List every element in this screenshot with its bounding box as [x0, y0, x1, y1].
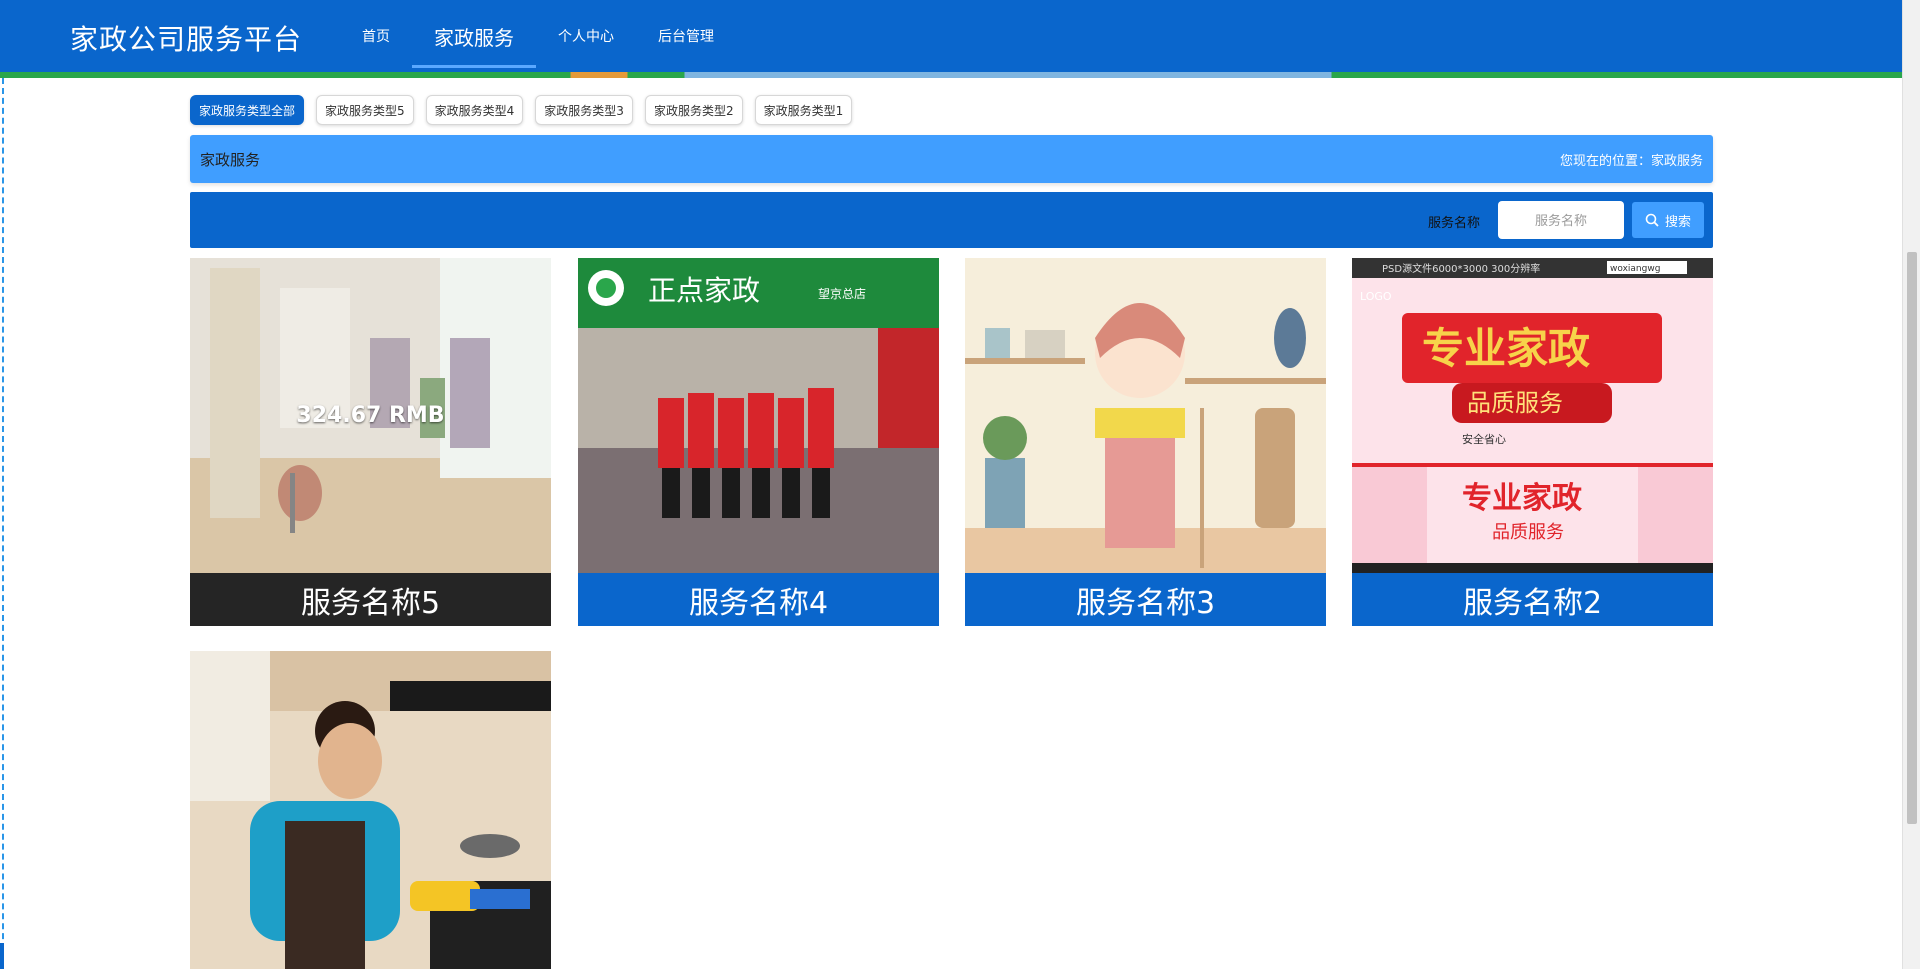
page-title: 家政服务	[200, 151, 261, 169]
service-image: 正点家政 望京总店	[578, 258, 939, 573]
poster-badges: 安全省心	[1462, 432, 1506, 446]
search-button[interactable]: 搜索	[1632, 202, 1704, 238]
left-dashed-guide	[2, 78, 4, 969]
service-card[interactable]: PSD源文件6000*3000 300分辨率 woxiangwg LOGO 专业…	[1352, 258, 1713, 626]
poster-small-line2: 品质服务	[1492, 522, 1564, 543]
search-button-label: 搜索	[1664, 213, 1691, 229]
service-card[interactable]: 324.67 RMB 服务名称5	[190, 258, 551, 626]
search-icon	[1645, 213, 1659, 227]
main-nav: 首页 家政服务 个人中心 后台管理	[340, 0, 736, 72]
poster-search-text: woxiangwg	[1610, 264, 1660, 274]
service-image	[190, 651, 551, 969]
site-brand[interactable]: 家政公司服务平台	[70, 18, 302, 58]
nav-services[interactable]: 家政服务	[412, 0, 536, 72]
nav-home[interactable]: 首页	[340, 0, 412, 72]
price-overlay: 324.67 RMB	[190, 258, 551, 573]
service-card[interactable]: 正点家政 望京总店 服务名称4	[578, 258, 939, 626]
category-all-button[interactable]: 家政服务类型全部	[190, 95, 305, 125]
header-decor-stripe	[0, 72, 1902, 78]
category-1-button[interactable]: 家政服务类型1	[754, 95, 853, 125]
shop-branch-text: 望京总店	[818, 287, 866, 301]
category-4-button[interactable]: 家政服务类型4	[425, 95, 524, 125]
search-bar: 服务名称 搜索	[190, 192, 1713, 248]
service-card[interactable]	[190, 651, 551, 969]
service-title[interactable]: 服务名称5	[190, 573, 551, 626]
category-3-button[interactable]: 家政服务类型3	[535, 95, 633, 125]
nav-personal-center[interactable]: 个人中心	[536, 0, 636, 72]
poster-main-line1: 专业家政	[1422, 324, 1590, 373]
service-title[interactable]: 服务名称4	[578, 573, 939, 626]
category-filters: 家政服务类型全部 家政服务类型5 家政服务类型4 家政服务类型3 家政服务类型2…	[190, 95, 853, 125]
service-image: 324.67 RMB	[190, 258, 551, 573]
service-image	[965, 258, 1326, 573]
service-card[interactable]: 服务名称3	[965, 258, 1326, 626]
top-navbar: 家政公司服务平台 首页 家政服务 个人中心 后台管理	[0, 0, 1902, 72]
nav-admin[interactable]: 后台管理	[636, 0, 736, 72]
poster-top-text: PSD源文件6000*3000 300分辨率	[1382, 262, 1540, 275]
page-scrollbar[interactable]	[1902, 0, 1920, 969]
service-image: PSD源文件6000*3000 300分辨率 woxiangwg LOGO 专业…	[1352, 258, 1713, 573]
bottom-marker	[0, 943, 4, 969]
category-5-button[interactable]: 家政服务类型5	[316, 95, 414, 125]
shop-sign-text: 正点家政	[648, 274, 760, 307]
poster-main-line2: 品质服务	[1467, 389, 1563, 417]
search-label: 服务名称	[1428, 216, 1481, 231]
poster-logo: LOGO	[1360, 290, 1392, 303]
category-2-button[interactable]: 家政服务类型2	[644, 95, 743, 125]
poster-small-line1: 专业家政	[1462, 481, 1582, 516]
breadcrumb-bar: 家政服务 您现在的位置：家政服务	[190, 135, 1713, 183]
service-title[interactable]: 服务名称3	[965, 573, 1326, 626]
breadcrumb: 您现在的位置：家政服务	[1559, 154, 1703, 169]
search-input[interactable]	[1498, 201, 1624, 239]
service-title[interactable]: 服务名称2	[1352, 573, 1713, 626]
scrollbar-thumb[interactable]	[1907, 252, 1917, 824]
